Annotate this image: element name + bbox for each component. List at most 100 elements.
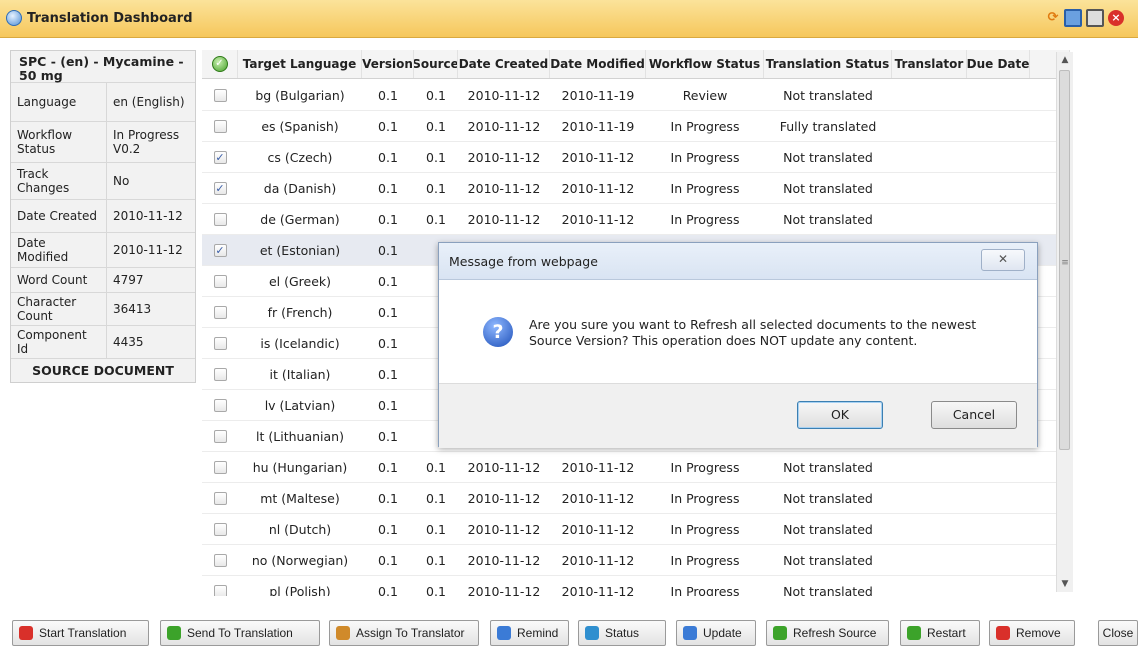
button-label: Close [1102,626,1134,640]
row-checkbox-cell [202,576,238,596]
confirm-dialog: Message from webpage ✕ ? Are you sure yo… [438,242,1038,448]
date-created-cell: 2010-11-12 [467,521,541,537]
table-row[interactable]: pl (Polish) 0.1 0.1 2010-11-12 2010-11-12 In … [202,576,1070,596]
status-button[interactable]: Status [578,620,666,646]
column-header[interactable]: Date Modified [550,50,646,78]
table-row[interactable]: es (Spanish) 0.1 0.1 2010-11-12 2010-11-19 In… [202,111,1070,142]
refresh-source-icon [773,626,787,640]
row-checkbox[interactable] [213,212,227,226]
close-icon[interactable]: × [1108,10,1124,26]
table-row[interactable]: mt (Maltese) 0.1 0.1 2010-11-12 2010-11-12 In… [202,483,1070,514]
workflow-status-cell: In Progress [670,459,740,475]
row-checkbox[interactable] [213,367,227,381]
version-cell: 0.1 [378,552,398,568]
version-cell: 0.1 [378,118,398,134]
remove-button[interactable]: Remove [989,620,1075,646]
column-header[interactable]: Version [362,50,414,78]
send-to-translation-button[interactable]: Send To Translation [160,620,320,646]
due-date-cell [967,452,1030,482]
field-value: en (English) [113,95,185,109]
row-checkbox-cell [202,328,238,358]
version-cell: 0.1 [378,180,398,196]
date-created-cell: 2010-11-12 [467,490,541,506]
column-header[interactable]: Source [414,50,458,78]
row-checkbox[interactable] [213,491,227,505]
restart-button[interactable]: Restart [900,620,980,646]
row-checkbox[interactable] [213,553,227,567]
table-row[interactable]: bg (Bulgarian) 0.1 0.1 2010-11-12 2010-11-19… [202,80,1070,111]
row-checkbox[interactable]: ✓ [213,150,227,164]
row-checkbox[interactable] [213,336,227,350]
workflow-status-cell: In Progress [670,552,740,568]
scroll-up-icon[interactable]: ▲ [1057,52,1073,68]
row-checkbox[interactable] [213,429,227,443]
document-field-row: Date Created 2010-11-12 [11,200,195,233]
column-header[interactable]: Date Created [458,50,550,78]
refresh-source-button[interactable]: Refresh Source [766,620,889,646]
field-value: No [113,174,130,188]
field-label: Character Count [11,293,107,325]
column-header[interactable]: Workflow Status [646,50,764,78]
translator-cell [892,204,967,234]
row-checkbox[interactable] [213,522,227,536]
start-translation-button[interactable]: Start Translation [12,620,149,646]
remind-icon [497,626,511,640]
column-header[interactable]: Target Language [238,50,362,78]
column-header[interactable]: Translation Status [764,50,892,78]
table-row[interactable]: ✓ da (Danish) 0.1 0.1 2010-11-12 2010-11-12 In… [202,173,1070,204]
row-checkbox-cell: ✓ [202,235,238,265]
assign-to-translator-button[interactable]: Assign To Translator [329,620,479,646]
language-cell: fr (French) [267,304,333,320]
due-date-cell [967,483,1030,513]
due-date-cell [967,142,1030,172]
document-field-row: Date Modified 2010-11-12 [11,233,195,268]
language-cell: lt (Lithuanian) [256,428,344,444]
date-created-cell: 2010-11-12 [467,180,541,196]
remind-button[interactable]: Remind [490,620,569,646]
button-label: Restart [927,626,966,640]
print-icon[interactable] [1086,9,1104,27]
language-cell: es (Spanish) [261,118,339,134]
scroll-thumb[interactable]: ≡ [1059,70,1070,450]
source-cell: 0.1 [426,87,446,103]
version-cell: 0.1 [378,335,398,351]
translation-status-cell: Not translated [783,211,873,227]
table-row[interactable]: no (Norwegian) 0.1 0.1 2010-11-12 2010-11-12… [202,545,1070,576]
translator-cell [892,80,967,110]
cancel-button[interactable]: Cancel [931,401,1017,429]
row-checkbox[interactable] [213,584,227,596]
table-row[interactable]: ✓ cs (Czech) 0.1 0.1 2010-11-12 2010-11-12 In … [202,142,1070,173]
column-header[interactable]: Due Date [967,50,1030,78]
row-checkbox[interactable] [213,460,227,474]
ok-button[interactable]: OK [797,401,883,429]
select-all-checkbox[interactable]: ✓ [202,50,238,78]
date-created-cell: 2010-11-12 [467,552,541,568]
field-label: Word Count [11,268,107,292]
row-checkbox[interactable]: ✓ [213,181,227,195]
row-checkbox[interactable] [213,398,227,412]
row-checkbox[interactable]: ✓ [213,243,227,257]
grid-scrollbar[interactable]: ▲ ≡ ▼ [1056,52,1073,592]
row-checkbox[interactable] [213,119,227,133]
table-row[interactable]: nl (Dutch) 0.1 0.1 2010-11-12 2010-11-12 In P… [202,514,1070,545]
version-cell: 0.1 [378,397,398,413]
row-checkbox[interactable] [213,88,227,102]
table-row[interactable]: hu (Hungarian) 0.1 0.1 2010-11-12 2010-11-12… [202,452,1070,483]
due-date-cell [967,80,1030,110]
row-checkbox[interactable] [213,305,227,319]
close-button[interactable]: Close [1098,620,1138,646]
source-cell: 0.1 [426,459,446,475]
update-button[interactable]: Update [676,620,756,646]
save-icon[interactable] [1064,9,1082,27]
dialog-close-icon[interactable]: ✕ [981,249,1025,271]
version-cell: 0.1 [378,583,398,597]
document-field-row: Workflow Status In Progress V0.2 [11,122,195,163]
table-row[interactable]: de (German) 0.1 0.1 2010-11-12 2010-11-12 In … [202,204,1070,235]
row-checkbox[interactable] [213,274,227,288]
translation-status-cell: Fully translated [779,118,877,134]
question-icon: ? [483,317,513,347]
column-header[interactable]: Translator [892,50,967,78]
row-checkbox-cell [202,514,238,544]
refresh-icon[interactable]: ⟳ [1044,9,1062,27]
scroll-down-icon[interactable]: ▼ [1057,576,1073,592]
